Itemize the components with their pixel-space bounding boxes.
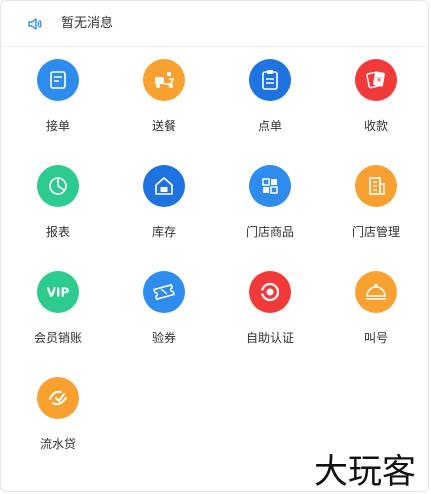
report-chart-icon bbox=[37, 165, 79, 207]
notice-text: 暂无消息 bbox=[61, 16, 114, 31]
svg-text:大玩客: 大玩客 bbox=[314, 452, 416, 492]
self-verify-icon bbox=[249, 271, 291, 313]
grid-item-inventory[interactable]: 库存 bbox=[114, 153, 214, 253]
receive-order-icon bbox=[37, 59, 79, 101]
loan-flow-icon bbox=[37, 377, 79, 419]
clipboard-icon bbox=[249, 59, 291, 101]
grid-item-store-management[interactable]: 门店管理 bbox=[326, 153, 426, 253]
payment-tickets-icon: ¥ bbox=[355, 59, 397, 101]
vip-icon: VIP bbox=[37, 271, 79, 313]
grid-goods-icon bbox=[249, 165, 291, 207]
store-building-icon bbox=[355, 165, 397, 207]
warehouse-icon bbox=[143, 165, 185, 207]
grid-item-label: 点单 bbox=[257, 119, 282, 133]
grid-item-store-goods[interactable]: 门店商品 bbox=[220, 153, 320, 253]
grid-item-label: 验券 bbox=[151, 331, 176, 345]
grid-item-label: 门店管理 bbox=[351, 225, 400, 239]
speaker-icon bbox=[28, 18, 42, 30]
grid-item-verify-coupon[interactable]: 验券 bbox=[114, 259, 214, 359]
grid-item-order[interactable]: 点单 bbox=[220, 47, 320, 147]
svg-text:VIP: VIP bbox=[47, 286, 70, 300]
grid-item-label: 接单 bbox=[45, 119, 70, 133]
delivery-scooter-icon bbox=[143, 59, 185, 101]
grid-item-collect-payment[interactable]: ¥ 收款 bbox=[326, 47, 426, 147]
notice-bar[interactable]: 暂无消息 bbox=[1, 1, 428, 47]
grid-item-call-number[interactable]: 叫号 bbox=[326, 259, 426, 359]
grid-item-member-writeoff[interactable]: VIP 会员销账 bbox=[8, 259, 108, 359]
grid-item-label: 库存 bbox=[151, 225, 176, 239]
grid-item-label: 会员销账 bbox=[33, 331, 82, 345]
grid-item-label: 叫号 bbox=[363, 331, 388, 345]
svg-text:¥: ¥ bbox=[377, 76, 382, 84]
app-panel: 暂无消息 接单 送餐 点单 ¥ 收款 报表 库存 门店商品 门店管理 VIP 会… bbox=[0, 0, 429, 492]
grid-item-delivery[interactable]: 送餐 bbox=[114, 47, 214, 147]
watermark-logo: 大玩客 bbox=[301, 447, 428, 492]
service-bell-icon bbox=[355, 271, 397, 313]
coupon-ticket-icon bbox=[143, 271, 185, 313]
grid-item-receive-order[interactable]: 接单 bbox=[8, 47, 108, 147]
grid-item-label: 收款 bbox=[363, 119, 388, 133]
grid-item-label: 流水贷 bbox=[39, 437, 76, 451]
grid-item-label: 门店商品 bbox=[245, 225, 294, 239]
grid-item-label: 报表 bbox=[45, 225, 70, 239]
grid-item-report[interactable]: 报表 bbox=[8, 153, 108, 253]
grid-item-self-verify[interactable]: 自助认证 bbox=[220, 259, 320, 359]
grid-item-flow-loan[interactable]: 流水贷 bbox=[8, 365, 108, 465]
grid-item-label: 送餐 bbox=[151, 119, 176, 133]
grid-item-label: 自助认证 bbox=[245, 331, 294, 345]
